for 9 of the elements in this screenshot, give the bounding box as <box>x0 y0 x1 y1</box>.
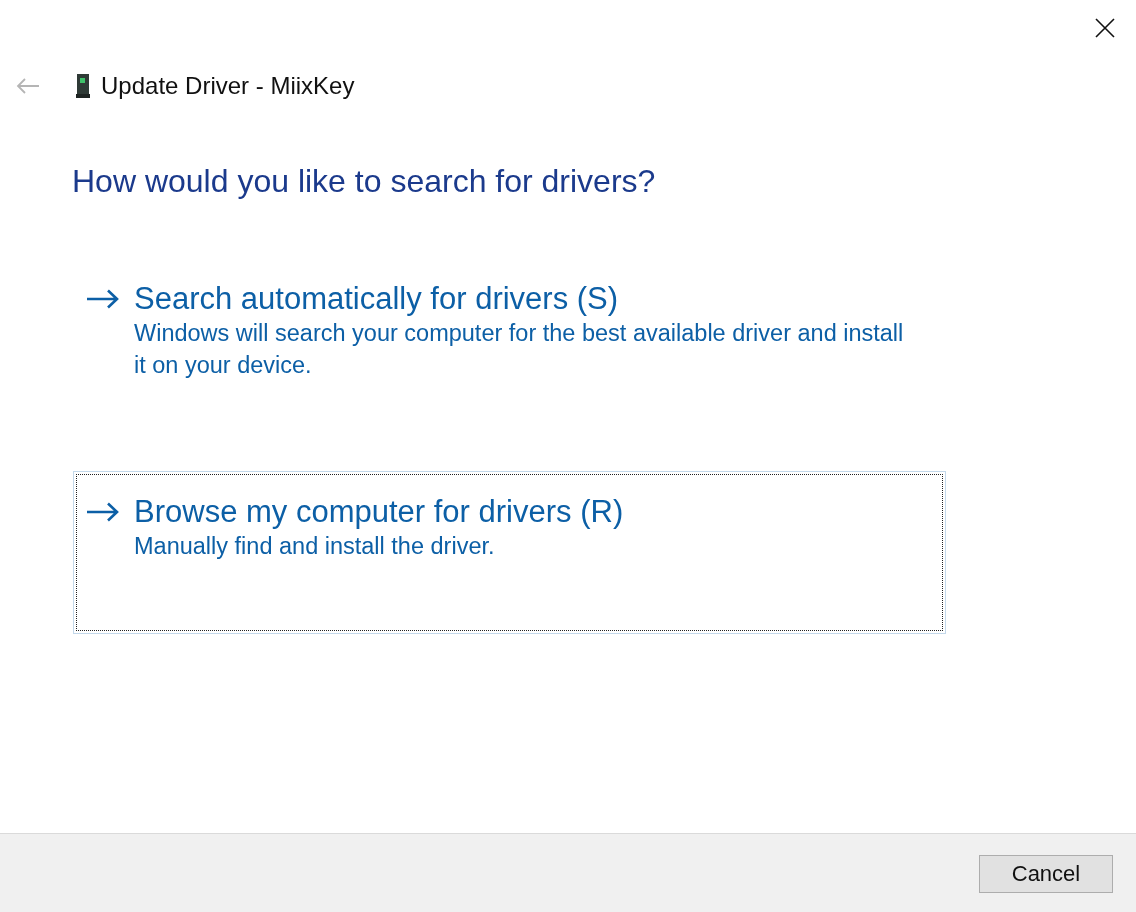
cancel-button[interactable]: Cancel <box>979 855 1113 893</box>
window-title: Update Driver - MiixKey <box>101 72 355 100</box>
command-link[interactable]: Browse my computer for drivers (R) Manually find and install the driver. <box>73 471 946 634</box>
page-heading: How would you like to search for drivers? <box>72 162 656 201</box>
arrow-right-icon <box>86 289 120 309</box>
arrow-right-icon <box>86 502 120 522</box>
back-arrow-icon <box>16 77 40 95</box>
close-icon <box>1095 18 1115 38</box>
usb-device-icon <box>76 74 90 98</box>
